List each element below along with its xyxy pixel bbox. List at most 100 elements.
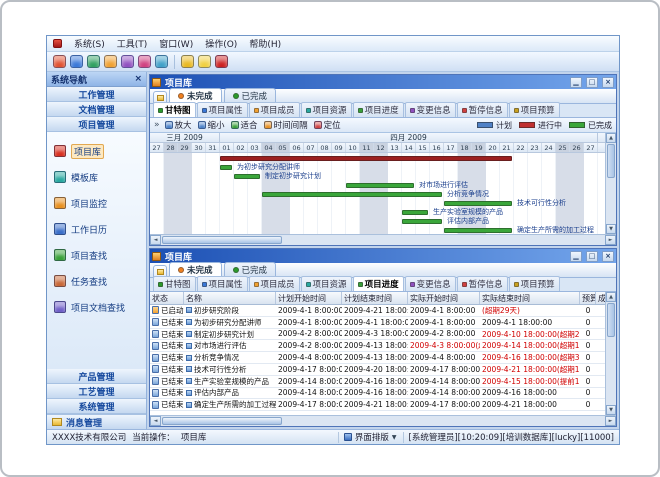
scroll-right-icon[interactable]: ► — [605, 235, 616, 245]
column-header-name[interactable]: 名称 — [184, 292, 276, 304]
scroll-thumb[interactable] — [162, 236, 282, 244]
scroll-down-icon[interactable]: ▼ — [606, 224, 616, 234]
progress-tab-changes[interactable]: 变更信息 — [405, 276, 456, 291]
table-row[interactable]: 已结束技术可行性分析2009-4-17 8:00:002009-4-20 18:… — [150, 364, 605, 376]
sidebar-item-template-library[interactable]: 模板库 — [54, 164, 146, 190]
minimize-icon[interactable]: ▁ — [570, 251, 582, 262]
gantt-tab-resources[interactable]: 项目资源 — [301, 102, 352, 117]
gantt-bar-lab-scale-product[interactable] — [402, 210, 428, 215]
report-icon[interactable] — [121, 55, 134, 68]
zoom-out-button[interactable]: 缩小 — [198, 119, 225, 131]
scroll-down-icon[interactable]: ▼ — [606, 405, 616, 415]
table-row[interactable]: 已结束为初步研究分配讲师2009-4-1 8:00:002009-4-1 18:… — [150, 317, 605, 329]
gantt-window-titlebar[interactable]: 项目库 ▁ □ × — [150, 75, 616, 89]
gantt-tab-gantt[interactable]: 甘特图 — [153, 102, 196, 117]
time-interval-button[interactable]: 时间间隔 — [264, 119, 308, 131]
sidebar-item-task-search[interactable]: 任务查找 — [54, 268, 146, 294]
table-row[interactable]: 已结束分析竞争情况2009-4-4 8:00:002009-4-13 18:00… — [150, 352, 605, 364]
sidebar-item-work-calendar[interactable]: 工作日历 — [54, 216, 146, 242]
menu-item-help[interactable]: 帮助(H) — [249, 37, 281, 50]
progress-tab-members[interactable]: 项目成员 — [249, 276, 300, 291]
table-row[interactable]: 已启动初步研究阶段2009-4-1 8:00:002009-4-21 18:00… — [150, 305, 605, 317]
menu-item-operation[interactable]: 操作(O) — [205, 37, 237, 50]
sidebar-group-product-mgmt[interactable]: 产品管理 — [47, 369, 146, 384]
sidebar-group-project-mgmt[interactable]: 项目管理 — [47, 117, 146, 132]
column-header-plan-start[interactable]: 计划开始时间 — [276, 292, 342, 304]
progress-tab-finished[interactable]: 已完成 — [224, 262, 277, 277]
column-header-budget[interactable]: 预算 — [580, 292, 596, 304]
progress-tab-progress[interactable]: 项目进度 — [353, 276, 404, 291]
column-header-plan-end[interactable]: 计划结束时间 — [342, 292, 408, 304]
scroll-right-icon[interactable]: ► — [605, 416, 616, 426]
column-header-actual-start[interactable]: 实际开始时间 — [408, 292, 480, 304]
table-vertical-scrollbar[interactable]: ▲ ▼ — [605, 292, 616, 415]
exit-icon[interactable] — [215, 55, 228, 68]
table-row[interactable]: 已结束确定生产所需的加工过程2009-4-17 8:00:002009-4-21… — [150, 399, 605, 411]
table-row[interactable]: 已结束生产实验室规模的产品2009-4-14 8:00:002009-4-16 … — [150, 376, 605, 388]
close-icon[interactable]: × — [602, 251, 614, 262]
scroll-thumb[interactable] — [162, 417, 282, 425]
minimize-icon[interactable]: ▁ — [570, 77, 582, 88]
gantt-horizontal-scrollbar[interactable]: ◄ ► — [150, 234, 616, 245]
fit-button[interactable]: 适合 — [231, 119, 258, 131]
scroll-left-icon[interactable]: ◄ — [150, 416, 161, 426]
close-icon[interactable]: × — [602, 77, 614, 88]
progress-tab-unfinished[interactable]: 未完成 — [169, 262, 222, 277]
table-row[interactable]: 已结束评估内部产品2009-4-14 8:00:002009-4-16 18:0… — [150, 388, 605, 400]
restore-icon[interactable]: □ — [586, 251, 598, 262]
gantt-tab-properties[interactable]: 项目属性 — [197, 102, 248, 117]
sidebar-group-system-mgmt[interactable]: 系统管理 — [47, 399, 146, 414]
sidebar-group-doc-mgmt[interactable]: 文档管理 — [47, 102, 146, 117]
gantt-tab-finished[interactable]: 已完成 — [224, 88, 277, 103]
locate-button[interactable]: 定位 — [314, 119, 341, 131]
zoom-in-button[interactable]: 放大 — [165, 119, 192, 131]
sidebar-tab-message-mgmt[interactable]: 消息管理 — [47, 414, 146, 429]
refresh-icon[interactable] — [104, 55, 117, 68]
help-icon[interactable] — [198, 55, 211, 68]
column-header-actual-end[interactable]: 实际结束时间 — [480, 292, 580, 304]
column-header-cost[interactable]: 成 — [596, 292, 605, 304]
open-library-icon[interactable] — [70, 55, 83, 68]
gantt-bar-evaluate-market[interactable] — [346, 183, 414, 188]
new-project-icon[interactable] — [53, 55, 66, 68]
progress-window-titlebar[interactable]: 项目库 ▁ □ × — [150, 249, 616, 263]
lock-icon[interactable] — [181, 55, 194, 68]
progress-tab-properties[interactable]: 项目属性 — [197, 276, 248, 291]
globe-icon[interactable] — [87, 55, 100, 68]
progress-tab-gantt[interactable]: 甘特图 — [153, 276, 196, 291]
mail-icon[interactable] — [155, 55, 168, 68]
scroll-up-icon[interactable]: ▲ — [606, 133, 616, 143]
table-row[interactable]: 已结束对市场进行评估2009-4-2 8:00:002009-4-13 18:0… — [150, 340, 605, 352]
menu-item-tools[interactable]: 工具(T) — [117, 37, 148, 50]
sidebar-item-project-search[interactable]: 项目查找 — [54, 242, 146, 268]
gantt-tab-unfinished[interactable]: 未完成 — [169, 88, 222, 103]
table-row[interactable]: 已结束制定初步研究计划2009-4-2 8:00:002009-4-3 18:0… — [150, 329, 605, 341]
ui-style-selector[interactable]: 界面排版 ▼ — [338, 432, 397, 443]
calendar-icon[interactable] — [138, 55, 151, 68]
gantt-tab-budget[interactable]: 项目预算 — [509, 102, 560, 117]
scroll-thumb[interactable] — [607, 303, 615, 337]
gantt-bar-tech-feasibility[interactable] — [444, 201, 512, 206]
gantt-bar-make-initial-research-plan[interactable] — [234, 174, 260, 179]
column-header-status[interactable]: 状态 — [150, 292, 184, 304]
scroll-up-icon[interactable]: ▲ — [606, 292, 616, 302]
sidebar-group-work-mgmt[interactable]: 工作管理 — [47, 87, 146, 102]
progress-tab-budget[interactable]: 项目预算 — [509, 276, 560, 291]
sidebar-group-process-mgmt[interactable]: 工艺管理 — [47, 384, 146, 399]
menu-item-window[interactable]: 窗口(W) — [159, 37, 193, 50]
gantt-bar-initial-research-phase[interactable] — [220, 156, 512, 161]
restore-icon[interactable]: □ — [586, 77, 598, 88]
sidebar-item-project-monitor[interactable]: 项目监控 — [54, 190, 146, 216]
progress-tab-resources[interactable]: 项目资源 — [301, 276, 352, 291]
progress-tab-pauses[interactable]: 暂停信息 — [457, 276, 508, 291]
gantt-chart[interactable]: 为初步研究分配讲师制定初步研究计划对市场进行评估分析竞争情况技术可行性分析生产实… — [150, 153, 605, 234]
gantt-tab-progress[interactable]: 项目进度 — [353, 102, 404, 117]
gantt-vertical-scrollbar[interactable]: ▲ ▼ — [605, 133, 616, 234]
scroll-thumb[interactable] — [607, 144, 615, 178]
menu-item-system[interactable]: 系统(S) — [74, 37, 105, 50]
sidebar-close-icon[interactable]: × — [134, 75, 142, 84]
table-horizontal-scrollbar[interactable]: ◄ ► — [150, 415, 616, 426]
gantt-bar-assign-lecturers[interactable] — [220, 165, 232, 170]
gantt-bar-evaluate-internal-product[interactable] — [402, 219, 442, 224]
gantt-tab-pauses[interactable]: 暂停信息 — [457, 102, 508, 117]
